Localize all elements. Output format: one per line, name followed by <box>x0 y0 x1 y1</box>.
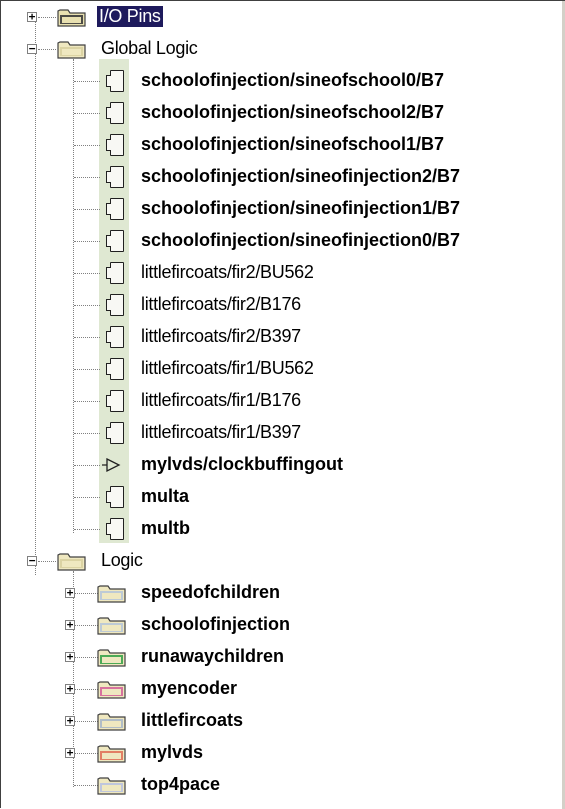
tree-guide-line <box>38 561 56 562</box>
tree-guide-line <box>74 113 100 114</box>
tree-node-label-runawaychildren[interactable]: runawaychildren <box>141 646 284 667</box>
logic-cell-icon <box>106 262 124 284</box>
expand-mylvds-button[interactable]: + <box>65 747 75 758</box>
tree-guide-line <box>74 241 100 242</box>
tree-leaf-label[interactable]: littlefircoats/fir2/B176 <box>141 294 301 315</box>
folder-icon <box>57 7 87 27</box>
logic-cell-icon <box>106 422 124 444</box>
tree-leaf-label[interactable]: multb <box>141 518 190 539</box>
tree-guide-line <box>74 529 100 530</box>
folder-icon <box>97 775 127 795</box>
tree-node-label-global-logic[interactable]: Global Logic <box>101 38 198 59</box>
expand-littlefircoats-button[interactable]: + <box>65 715 75 726</box>
tree-guide-line <box>74 433 100 434</box>
logic-cell-icon <box>106 70 124 92</box>
tree-node-label-top4pace[interactable]: top4pace <box>141 774 220 795</box>
logic-cell-icon <box>106 294 124 316</box>
logic-cell-icon <box>106 230 124 252</box>
logic-cell-icon <box>106 358 124 380</box>
tree-leaf-label[interactable]: schoolofinjection/sineofinjection0/B7 <box>141 230 460 251</box>
tree-guide-line <box>74 657 98 658</box>
logic-cell-icon <box>106 166 124 188</box>
expand-schoolofinjection-button[interactable]: + <box>65 619 75 630</box>
folder-icon <box>97 647 127 667</box>
tree-node-label-schoolofinjection[interactable]: schoolofinjection <box>141 614 290 635</box>
tree-node-label-mylvds[interactable]: mylvds <box>141 742 203 763</box>
folder-icon <box>57 39 87 59</box>
tree-guide-line <box>74 401 100 402</box>
folder-icon <box>97 583 127 603</box>
tree-leaf-label[interactable]: schoolofinjection/sineofschool0/B7 <box>141 70 444 91</box>
tree-leaf-label[interactable]: schoolofinjection/sineofschool1/B7 <box>141 134 444 155</box>
tree-guide-line <box>74 337 100 338</box>
logic-cell-icon <box>106 486 124 508</box>
tree-guide-line <box>74 145 100 146</box>
logic-cell-icon <box>106 102 124 124</box>
expand-speedofchildren-button[interactable]: + <box>65 587 75 598</box>
logic-cell-icon <box>106 326 124 348</box>
tree-guide-line <box>74 721 98 722</box>
logic-cell-icon <box>106 518 124 540</box>
design-hierarchy-tree: + I/O Pins − Global Logic schoolofinjection/… <box>0 0 565 809</box>
folder-icon <box>97 679 127 699</box>
tree-node-label: I/O Pins <box>97 6 163 27</box>
tree-node-label-myencoder[interactable]: myencoder <box>141 678 237 699</box>
tree-leaf-label[interactable]: mylvds/clockbuffingout <box>141 454 343 475</box>
tree-guide-line <box>74 177 100 178</box>
collapse-logic-button[interactable]: − <box>27 555 37 566</box>
tree-node-label-littlefircoats[interactable]: littlefircoats <box>141 710 243 731</box>
tree-guide-line <box>74 753 98 754</box>
tree-guide-line <box>74 593 98 594</box>
tree-guide-line <box>74 369 100 370</box>
expand-myencoder-button[interactable]: + <box>65 683 75 694</box>
buffer-icon <box>101 457 121 473</box>
collapse-global-logic-button[interactable]: − <box>27 43 37 54</box>
expand-runawaychildren-button[interactable]: + <box>65 651 75 662</box>
tree-leaf-label[interactable]: littlefircoats/fir1/B397 <box>141 422 301 443</box>
folder-icon <box>97 711 127 731</box>
logic-cell-icon <box>106 198 124 220</box>
folder-icon <box>57 551 87 571</box>
tree-guide-line <box>35 21 36 575</box>
tree-leaf-label[interactable]: littlefircoats/fir1/B176 <box>141 390 301 411</box>
tree-guide-line <box>74 305 100 306</box>
tree-leaf-label[interactable]: schoolofinjection/sineofinjection2/B7 <box>141 166 460 187</box>
tree-leaf-label[interactable]: schoolofinjection/sineofinjection1/B7 <box>141 198 460 219</box>
tree-leaf-label[interactable]: multa <box>141 486 189 507</box>
tree-guide-line <box>74 689 98 690</box>
tree-guide-line <box>74 81 100 82</box>
folder-icon <box>97 743 127 763</box>
tree-node-label-logic[interactable]: Logic <box>101 550 143 571</box>
tree-guide-line <box>74 497 100 498</box>
folder-icon <box>97 615 127 635</box>
tree-guide-line <box>74 465 100 466</box>
tree-leaf-label[interactable]: littlefircoats/fir2/BU562 <box>141 262 314 283</box>
tree-leaf-label[interactable]: littlefircoats/fir2/B397 <box>141 326 301 347</box>
expand-io-pins-button[interactable]: + <box>27 11 37 22</box>
tree-leaf-label[interactable]: littlefircoats/fir1/BU562 <box>141 358 314 379</box>
logic-cell-icon <box>106 134 124 156</box>
tree-guide-line <box>74 625 98 626</box>
tree-guide-line <box>74 785 98 786</box>
tree-guide-line <box>74 209 100 210</box>
tree-leaf-label[interactable]: schoolofinjection/sineofschool2/B7 <box>141 102 444 123</box>
tree-guide-line <box>38 49 56 50</box>
tree-guide-line <box>74 273 100 274</box>
tree-guide-line <box>73 59 74 533</box>
logic-cell-icon <box>106 390 124 412</box>
tree-node-label-speedofchildren[interactable]: speedofchildren <box>141 582 280 603</box>
tree-guide-line <box>38 17 56 18</box>
